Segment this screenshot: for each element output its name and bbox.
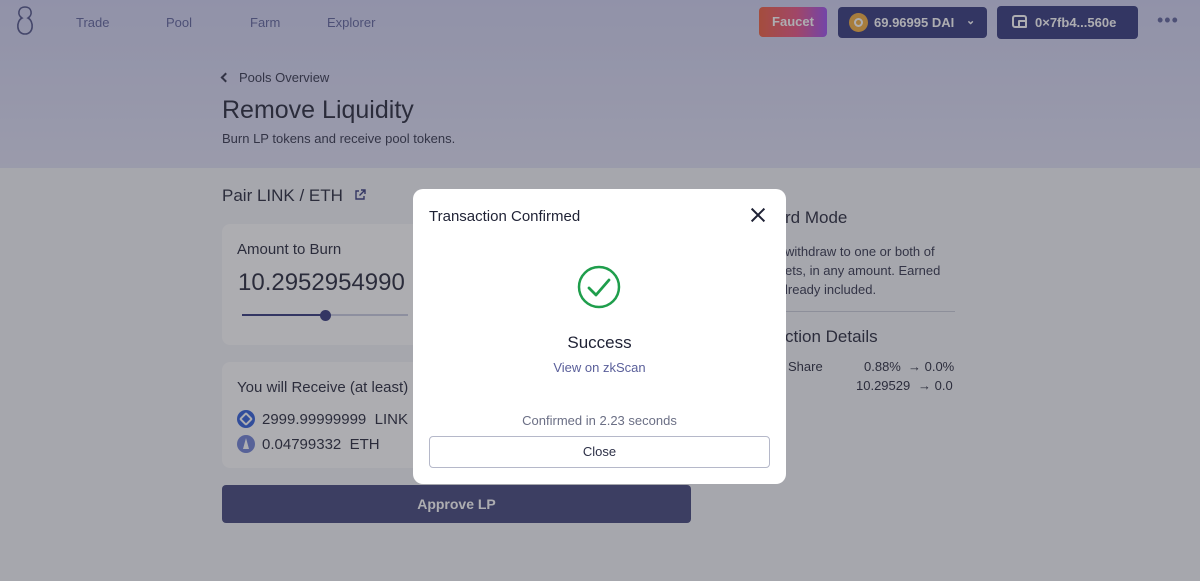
check-circle-icon bbox=[577, 265, 621, 309]
modal-title: Transaction Confirmed bbox=[429, 208, 581, 225]
explorer-link[interactable]: View on zkScan bbox=[413, 360, 786, 375]
close-button[interactable]: Close bbox=[429, 436, 770, 468]
close-icon[interactable] bbox=[750, 207, 766, 223]
confirmed-time-text: Confirmed in 2.23 seconds bbox=[522, 413, 677, 428]
status-text: Success bbox=[567, 333, 632, 352]
transaction-modal: Transaction Confirmed Success View on zk… bbox=[413, 189, 786, 484]
